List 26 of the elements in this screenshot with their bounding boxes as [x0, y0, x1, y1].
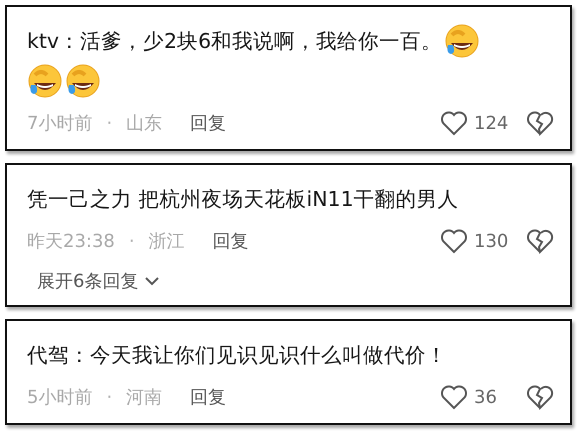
- comment-location: 浙江: [148, 230, 185, 253]
- laughing-emoji-icon: [27, 63, 63, 99]
- comment-time: 5小时前: [27, 386, 92, 409]
- like-count: 124: [474, 112, 510, 134]
- separator-dot: ·: [128, 230, 135, 252]
- comment-text: 代驾：今天我让你们见识见识什么叫做代价！: [27, 342, 447, 369]
- reply-button[interactable]: 回复: [190, 385, 226, 409]
- like-count: 130: [474, 230, 510, 252]
- laughing-emoji-icon: [444, 23, 480, 59]
- reply-button[interactable]: 回复: [190, 111, 226, 135]
- heart-icon[interactable]: [440, 228, 468, 254]
- comment-location: 山东: [126, 112, 162, 135]
- heart-icon[interactable]: [440, 384, 468, 410]
- comment-time: 7小时前: [27, 112, 92, 135]
- chevron-down-icon: [144, 276, 160, 286]
- like-count: 36: [474, 386, 498, 408]
- heart-icon[interactable]: [440, 110, 468, 136]
- separator-dot: ·: [106, 386, 112, 408]
- separator-dot: ·: [106, 112, 112, 134]
- comment-text: 凭一己之力 把杭州夜场天花板iN11干翻的男人: [27, 186, 459, 213]
- comment-location: 河南: [126, 386, 162, 409]
- expand-replies-button[interactable]: 展开6条回复: [27, 265, 160, 297]
- comment-time: 昨天23:38: [27, 230, 115, 253]
- laughing-emoji-icon: [65, 63, 101, 99]
- reply-button[interactable]: 回复: [212, 229, 249, 253]
- comment-text: ktv：活爹，少2块6和我说啊，我给你一百。: [27, 28, 442, 55]
